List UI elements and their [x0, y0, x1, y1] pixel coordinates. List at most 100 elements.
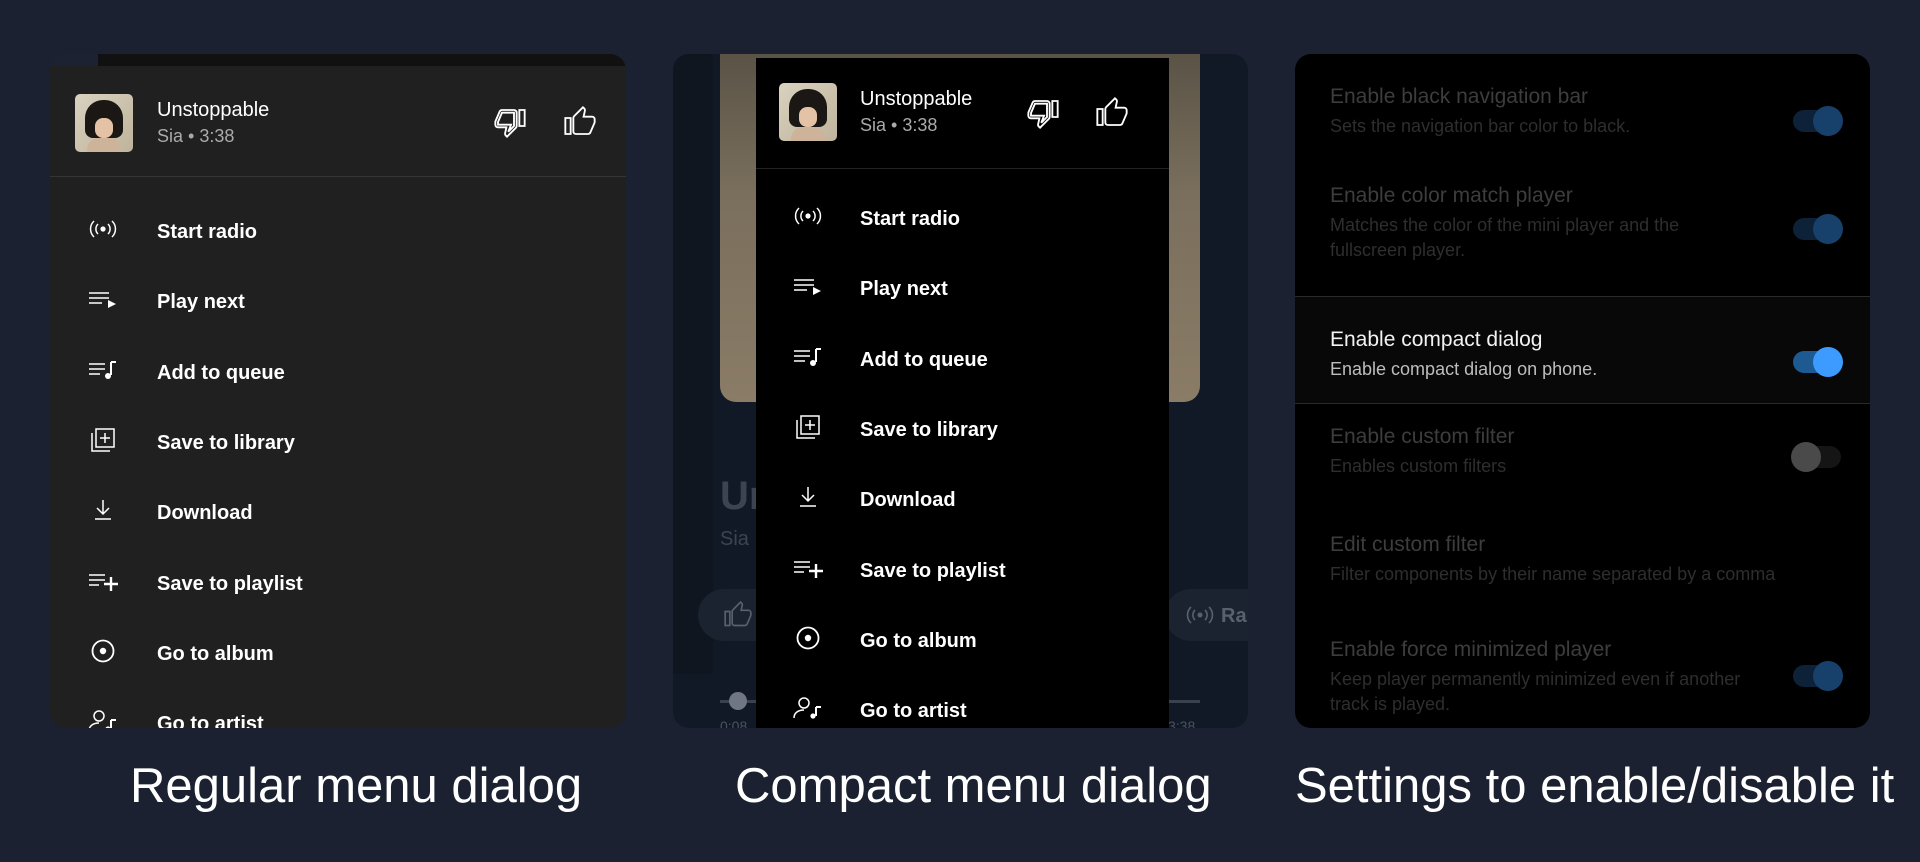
play-next-icon [87, 287, 119, 319]
setting-enable-color-match-player[interactable]: Enable color match player Matches the col… [1295, 172, 1870, 306]
library-add-icon [87, 428, 119, 460]
caption-regular: Regular menu dialog [130, 759, 583, 813]
setting-title: Enable color match player [1330, 184, 1573, 207]
menu-item-label: Start radio [860, 208, 961, 230]
setting-subtitle: Sets the navigation bar color to black. [1330, 116, 1631, 136]
album-icon [792, 626, 824, 658]
radio-icon [792, 204, 824, 236]
menu-item-start-radio[interactable]: Start radio [756, 185, 1169, 255]
menu-item-start-radio[interactable]: Start radio [50, 198, 626, 268]
download-icon [792, 485, 824, 517]
menu-item-label: Play next [860, 278, 948, 301]
toggle-knob [1813, 106, 1843, 136]
compact-dialog-panel: Ur Sia Ra 0:08 3:38 Unstoppable Sia • 3:… [673, 54, 1248, 728]
menu-item-label: Save to playlist [860, 559, 1006, 582]
menu-item-go-to-album[interactable]: Go to album [756, 607, 1169, 677]
compact-menu-sheet: Unstoppable Sia • 3:38 Start radio Play n… [756, 58, 1169, 728]
setting-enable-custom-filter[interactable]: Enable custom filter Enables custom filte… [1295, 404, 1870, 512]
menu-item-label: Download [157, 502, 253, 525]
radio-icon [87, 217, 119, 249]
menu-item-label: Go to artist [157, 713, 264, 728]
setting-subtitle: Filter components by their name separate… [1330, 564, 1776, 584]
album-thumbnail [75, 94, 133, 152]
artist-icon [792, 696, 824, 728]
queue-music-icon [792, 345, 824, 377]
setting-edit-custom-filter[interactable]: Edit custom filter Filter components by t… [1295, 512, 1870, 620]
radio-icon [1186, 606, 1214, 624]
album-thumbnail [779, 83, 837, 141]
setting-subtitle: Enables custom filters [1330, 456, 1507, 476]
menu-item-label: Add to queue [157, 361, 285, 384]
menu-item-go-to-album[interactable]: Go to album [50, 620, 626, 690]
menu-item-download[interactable]: Download [50, 479, 626, 549]
setting-subtitle: Matches the color of the mini player and… [1330, 215, 1680, 260]
background-time-elapsed: 0:08 [720, 718, 748, 728]
background-edge [673, 54, 713, 674]
play-next-icon [792, 274, 824, 306]
menu-item-label: Go to album [157, 642, 274, 665]
toggle-knob [1791, 442, 1821, 472]
menu-item-save-to-library[interactable]: Save to library [756, 396, 1169, 466]
playlist-add-icon [87, 569, 119, 601]
menu-item-label: Start radio [157, 221, 258, 243]
song-subtitle: Sia • 3:38 [157, 126, 235, 146]
song-title: Unstoppable [157, 99, 270, 121]
setting-subtitle: Enable compact dialog on phone. [1330, 359, 1598, 379]
artist-icon [87, 709, 119, 728]
thumbs-up-icon [724, 601, 752, 627]
toggle-switch[interactable] [1793, 661, 1843, 691]
song-header: Unstoppable Sia • 3:38 [756, 58, 1169, 169]
setting-enable-black-navigation-bar[interactable]: Enable black navigation bar Sets the navi… [1295, 76, 1870, 172]
menu-item-label: Go to artist [860, 700, 967, 723]
thumbs-up-icon[interactable] [564, 106, 596, 138]
menu-item-label: Save to playlist [157, 572, 303, 595]
toggle-knob [1813, 661, 1843, 691]
toggle-switch[interactable] [1793, 347, 1843, 377]
thumbs-down-icon[interactable] [494, 106, 526, 138]
menu-item-play-next[interactable]: Play next [50, 268, 626, 338]
regular-dialog-panel: Unstoppable Sia • 3:38 Start radio Play n… [50, 54, 626, 728]
menu-item-label: Save to library [157, 431, 295, 454]
menu-item-save-to-playlist[interactable]: Save to playlist [50, 550, 626, 620]
toggle-switch[interactable] [1791, 442, 1841, 472]
menu-item-label: Go to album [860, 629, 977, 652]
menu-item-label: Download [860, 489, 956, 512]
toggle-knob [1813, 347, 1843, 377]
playlist-add-icon [792, 556, 824, 588]
regular-menu-sheet: Unstoppable Sia • 3:38 Start radio Play n… [50, 66, 626, 728]
menu-item-add-to-queue[interactable]: Add to queue [756, 326, 1169, 396]
setting-title: Enable black navigation bar [1330, 85, 1589, 108]
thumbs-up-icon[interactable] [1096, 97, 1128, 129]
menu-item-save-to-library[interactable]: Save to library [50, 409, 626, 479]
song-header: Unstoppable Sia • 3:38 [50, 66, 626, 177]
menu-item-label: Add to queue [860, 348, 988, 371]
setting-enable-force-minimized-player[interactable]: Enable force minimized player Keep player… [1295, 620, 1870, 728]
setting-subtitle: Keep player permanently minimized even i… [1330, 669, 1741, 714]
setting-title: Enable custom filter [1330, 425, 1515, 448]
setting-title: Enable force minimized player [1330, 638, 1612, 661]
background-seek-thumb [729, 692, 747, 710]
library-add-icon [792, 415, 824, 447]
thumbs-down-icon[interactable] [1027, 97, 1059, 129]
setting-enable-compact-dialog[interactable]: Enable compact dialog Enable compact dial… [1295, 296, 1870, 404]
toggle-switch[interactable] [1793, 106, 1843, 136]
queue-music-icon [87, 358, 119, 390]
caption-settings: Settings to enable/disable it [1295, 759, 1895, 813]
menu-item-download[interactable]: Download [756, 466, 1169, 536]
album-icon [87, 639, 119, 671]
song-title: Unstoppable [860, 88, 973, 110]
menu-item-play-next[interactable]: Play next [756, 255, 1169, 325]
menu-item-go-to-artist[interactable]: Go to artist [50, 690, 626, 728]
menu-item-go-to-artist[interactable]: Go to artist [756, 677, 1169, 728]
menu-item-save-to-playlist[interactable]: Save to playlist [756, 537, 1169, 607]
settings-panel: Enable black navigation bar Sets the navi… [1295, 54, 1870, 728]
menu-item-label: Play next [157, 291, 245, 314]
menu-item-label: Save to library [860, 418, 998, 441]
setting-title: Edit custom filter [1330, 533, 1486, 556]
toggle-knob [1813, 214, 1843, 244]
toggle-switch[interactable] [1793, 214, 1843, 244]
menu-item-add-to-queue[interactable]: Add to queue [50, 339, 626, 409]
background-artist: Sia [720, 528, 749, 550]
background-time-total: 3:38 [1168, 718, 1196, 728]
background-radio-label: Ra [1221, 605, 1247, 627]
